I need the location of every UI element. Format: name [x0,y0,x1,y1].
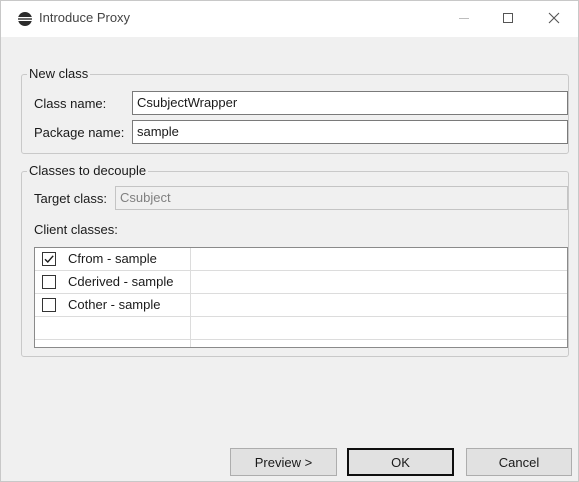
class-name-label: Class name: [34,96,107,111]
cother-checkbox[interactable] [42,298,56,312]
table-row[interactable]: Cfrom - sample [35,248,567,271]
window-title: Introduce Proxy [39,10,131,25]
class-name-input[interactable]: CsubjectWrapper [132,91,568,115]
client-class-label: Cderived - sample [68,274,174,289]
minimize-icon [458,12,470,27]
dialog-window: Introduce Proxy New class Class name: Cs… [0,0,579,482]
ok-button[interactable]: OK [347,448,454,476]
cderived-checkbox[interactable] [42,275,56,289]
target-class-field: Csubject [115,186,568,210]
table-row[interactable]: Cderived - sample [35,271,567,294]
classes-to-decouple-legend: Classes to decouple [27,163,149,178]
table-row[interactable]: Cother - sample [35,294,567,317]
title-bar: Introduce Proxy [1,1,578,37]
preview-button[interactable]: Preview > [230,448,337,476]
maximize-button[interactable] [485,1,531,37]
client-classes-label: Client classes: [34,222,118,237]
eclipse-icon [17,11,33,27]
package-name-label: Package name: [34,125,125,140]
close-icon [548,12,560,27]
table-row-empty [35,317,567,340]
client-class-label: Cfrom - sample [68,251,157,266]
minimize-button[interactable] [441,1,487,37]
cfrom-checkbox[interactable] [42,252,56,266]
client-classes-table: Cfrom - sample Cderived - sample Cother … [34,247,568,348]
checkmark-icon [44,255,54,264]
target-class-label: Target class: [34,191,107,206]
client-class-label: Cother - sample [68,297,161,312]
close-button[interactable] [531,1,577,37]
cancel-button[interactable]: Cancel [466,448,572,476]
maximize-icon [502,12,514,27]
package-name-input[interactable]: sample [132,120,568,144]
new-class-legend: New class [27,66,91,81]
